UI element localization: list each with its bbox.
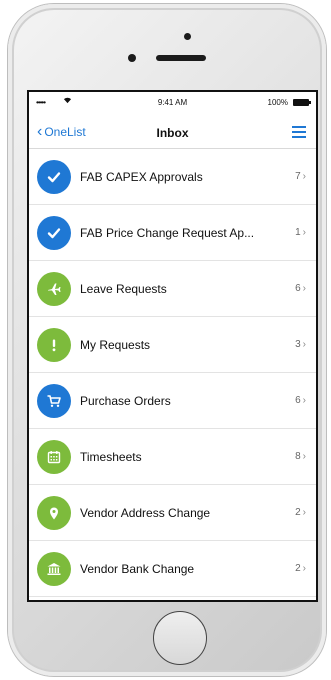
item-count: 6 › [295,283,306,294]
map-pin-icon [37,495,71,530]
status-bar: ••••• 9:41 AM 100% [29,92,316,114]
app-screen: ••••• 9:41 AM 100% ‹ OneList Inbox FAB C… [27,90,318,602]
exclamation-icon [37,327,71,362]
item-label: FAB Price Change Request Ap... [80,225,255,240]
list-item[interactable]: My Requests 3 › [29,317,316,373]
battery-percentage: 100% [267,98,288,107]
chevron-right-icon: › [302,507,306,518]
chevron-right-icon: › [302,563,306,574]
chevron-right-icon: › [302,451,306,462]
list-item[interactable]: Leave Requests 6 › [29,261,316,317]
hamburger-menu-icon[interactable] [292,126,306,138]
chevron-right-icon: › [302,339,306,350]
count-value: 8 [295,451,301,462]
check-icon [37,159,71,194]
item-count: 7 › [295,171,306,182]
list-item[interactable]: Vendor Bank Change 2 › [29,541,316,597]
item-count: 6 › [295,395,306,406]
item-count: 1 › [295,227,306,238]
chevron-right-icon: › [302,283,306,294]
list-item[interactable]: Vendor Address Change 2 › [29,485,316,541]
calendar-icon [37,439,71,474]
front-camera [184,33,191,40]
list-item[interactable]: Timesheets 8 › [29,429,316,485]
navigation-bar: ‹ OneList Inbox [29,114,316,149]
chevron-right-icon: › [302,171,306,182]
item-label: Vendor Address Change [80,505,211,520]
battery-icon [293,99,311,106]
count-value: 6 [295,283,301,294]
count-value: 6 [295,395,301,406]
item-count: 3 › [295,339,306,350]
chevron-right-icon: › [302,227,306,238]
count-value: 1 [295,227,301,238]
count-value: 7 [295,171,301,182]
earpiece-speaker [156,55,206,61]
item-label: Leave Requests [80,281,167,296]
airplane-icon [37,271,71,306]
item-label: FAB CAPEX Approvals [80,169,203,184]
check-icon [37,215,71,250]
item-count: 8 › [295,451,306,462]
item-label: Timesheets [80,449,142,464]
item-label: Vendor Bank Change [80,561,195,576]
list-item[interactable]: FAB CAPEX Approvals 7 › [29,149,316,205]
bank-icon [37,551,71,586]
proximity-sensor [128,54,136,62]
count-value: 3 [295,339,301,350]
item-count: 2 › [295,507,306,518]
list-item[interactable]: Purchase Orders 6 › [29,373,316,429]
home-button[interactable] [153,611,207,665]
chevron-right-icon: › [302,395,306,406]
list-item[interactable]: FAB Price Change Request Ap... 1 › [29,205,316,261]
item-label: Purchase Orders [80,393,171,408]
item-label: My Requests [80,337,151,352]
page-title: Inbox [156,126,189,140]
count-value: 2 [295,507,301,518]
inbox-list: FAB CAPEX Approvals 7 › FAB Price Change Re… [29,149,316,597]
count-value: 2 [295,563,301,574]
cart-icon [37,383,71,418]
item-count: 2 › [295,563,306,574]
